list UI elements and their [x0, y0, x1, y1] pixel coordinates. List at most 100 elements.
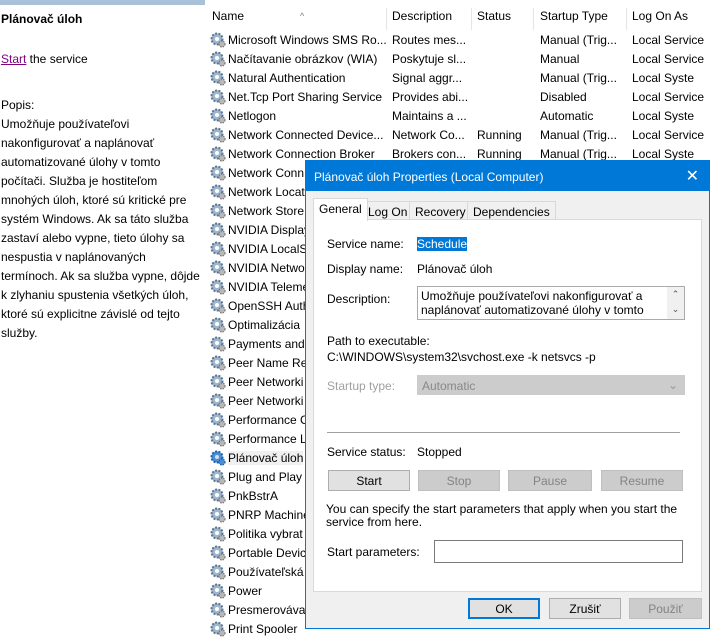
service-name: OpenSSH Auth	[228, 299, 310, 313]
service-row[interactable]: Netlogon Maintains a ... Automatic Local…	[205, 106, 710, 125]
service-log-on-as: Local Syste	[632, 109, 695, 123]
service-log-on-as: Local Syste	[632, 147, 695, 161]
service-description: Umožňuje používateľovi nakonfigurovať a …	[1, 117, 200, 340]
service-gear-icon	[210, 241, 226, 257]
apply-button[interactable]: Použiť	[629, 598, 702, 619]
ok-button[interactable]: OK	[468, 598, 540, 619]
service-name: Peer Name Re	[228, 356, 308, 370]
column-divider[interactable]	[471, 8, 472, 30]
startup-type-select[interactable]: Automatic ⌄	[417, 375, 685, 395]
tab-dependencies[interactable]: Dependencies	[467, 201, 556, 220]
service-log-on-as: Local Syste	[632, 71, 695, 85]
start-parameters-input[interactable]	[434, 540, 683, 563]
service-gear-icon	[210, 393, 226, 409]
close-icon[interactable]: ✕	[686, 166, 699, 186]
service-gear-icon	[210, 127, 226, 143]
service-row[interactable]: Microsoft Windows SMS Ro... Routes mes..…	[205, 30, 710, 49]
service-name: PNRP Machine	[228, 508, 310, 522]
column-divider[interactable]	[626, 8, 627, 30]
service-status-value: Stopped	[417, 445, 462, 459]
column-header-log-on-as[interactable]: Log On As	[632, 9, 688, 29]
column-header-description[interactable]: Description	[392, 9, 452, 29]
service-name: Microsoft Windows SMS Ro...	[228, 33, 387, 47]
service-name: Netlogon	[228, 109, 277, 123]
general-tab-panel: Service name: Schedule Display name: Plá…	[313, 219, 702, 592]
description-textbox[interactable]: Umožňuje používateľovi nakonfigurovať a …	[417, 286, 685, 320]
service-name-value[interactable]: Schedule	[417, 237, 468, 251]
service-gear-icon	[210, 146, 226, 162]
service-gear-icon	[210, 89, 226, 105]
service-description: Provides abi...	[392, 90, 469, 104]
service-status: Running	[477, 128, 522, 142]
properties-dialog: Plánovač úloh Properties (Local Computer…	[305, 160, 710, 629]
service-startup-type: Manual (Trig...	[540, 71, 617, 85]
service-name: NVIDIA LocalS	[228, 242, 308, 256]
service-row[interactable]: Net.Tcp Port Sharing Service Provides ab…	[205, 87, 710, 106]
service-gear-icon	[210, 374, 226, 390]
service-gear-icon	[210, 355, 226, 371]
tab-recovery[interactable]: Recovery	[409, 201, 472, 220]
service-name: Network Connected Device...	[228, 128, 384, 142]
service-gear-icon	[210, 545, 226, 561]
tab-log-on[interactable]: Log On	[362, 201, 414, 220]
column-header-name[interactable]: Name ^	[212, 9, 382, 29]
pause-button[interactable]: Pause	[508, 470, 592, 491]
cancel-button[interactable]: Zrušiť	[549, 598, 621, 619]
service-description: Signal aggr...	[392, 71, 463, 85]
resume-button[interactable]: Resume	[601, 470, 683, 491]
service-description: Network Co...	[392, 128, 465, 142]
service-description: Poskytuje sl...	[392, 52, 467, 66]
service-startup-type: Disabled	[540, 90, 587, 104]
display-name-value: Plánovač úloh	[417, 262, 493, 276]
display-name-label: Display name:	[327, 262, 404, 276]
column-divider[interactable]	[533, 8, 534, 30]
start-button[interactable]: Start	[328, 470, 410, 491]
service-name: Network Conn	[228, 166, 305, 180]
service-startup-type: Manual	[540, 52, 580, 66]
scroll-down-icon[interactable]: ⌄	[667, 302, 684, 317]
service-row[interactable]: Network Connected Device... Network Co..…	[205, 125, 710, 144]
service-status-label: Service status:	[327, 445, 406, 459]
column-divider[interactable]	[386, 8, 387, 30]
column-header-startup-type[interactable]: Startup Type	[540, 9, 608, 29]
service-row[interactable]: Natural Authentication Signal aggr... Ma…	[205, 68, 710, 87]
path-value: C:\WINDOWS\system32\svchost.exe -k netsv…	[327, 350, 596, 364]
service-gear-icon	[210, 51, 226, 67]
service-gear-icon	[210, 602, 226, 618]
service-name: Optimalizácia	[228, 318, 301, 332]
service-gear-icon	[210, 298, 226, 314]
service-gear-icon	[210, 336, 226, 352]
scroll-up-icon[interactable]: ⌃	[667, 287, 684, 302]
service-name: NVIDIA Netwo	[228, 261, 305, 275]
service-name: Peer Networki	[228, 394, 304, 408]
description-scrollbar[interactable]: ⌃ ⌄	[667, 287, 684, 319]
service-gear-icon	[210, 184, 226, 200]
service-row[interactable]: Načítavanie obrázkov (WIA) Poskytuje sl.…	[205, 49, 710, 68]
tab-general[interactable]: General	[313, 198, 368, 221]
service-startup-type: Manual (Trig...	[540, 33, 617, 47]
service-gear-icon	[210, 507, 226, 523]
description-label: Popis:	[1, 98, 35, 112]
stop-button[interactable]: Stop	[418, 470, 500, 491]
start-service-link[interactable]: Start	[1, 52, 26, 66]
service-detail-pane: Plánovač úloh Start the service Popis: U…	[0, 0, 205, 629]
service-name: Politika vybrat	[228, 527, 303, 541]
service-name: Net.Tcp Port Sharing Service	[228, 90, 383, 104]
service-gear-icon	[210, 32, 226, 48]
start-link-text: the service	[26, 52, 88, 66]
service-name: Performance C	[228, 413, 309, 427]
service-gear-icon	[210, 431, 226, 447]
service-status: Running	[477, 147, 522, 161]
service-name: Network Store	[228, 204, 305, 218]
service-gear-icon	[210, 488, 226, 504]
service-name: Performance L	[228, 432, 307, 446]
service-gear-icon	[210, 526, 226, 542]
service-name: Portable Devic	[228, 546, 307, 560]
dialog-titlebar[interactable]: Plánovač úloh Properties (Local Computer…	[306, 161, 709, 191]
column-header-status[interactable]: Status	[477, 9, 511, 29]
service-name: Network Locat	[228, 185, 305, 199]
path-label: Path to executable:	[327, 334, 430, 348]
service-log-on-as: Local Service	[632, 90, 705, 104]
service-description: Maintains a ...	[392, 109, 467, 123]
column-label: Name	[212, 9, 245, 23]
